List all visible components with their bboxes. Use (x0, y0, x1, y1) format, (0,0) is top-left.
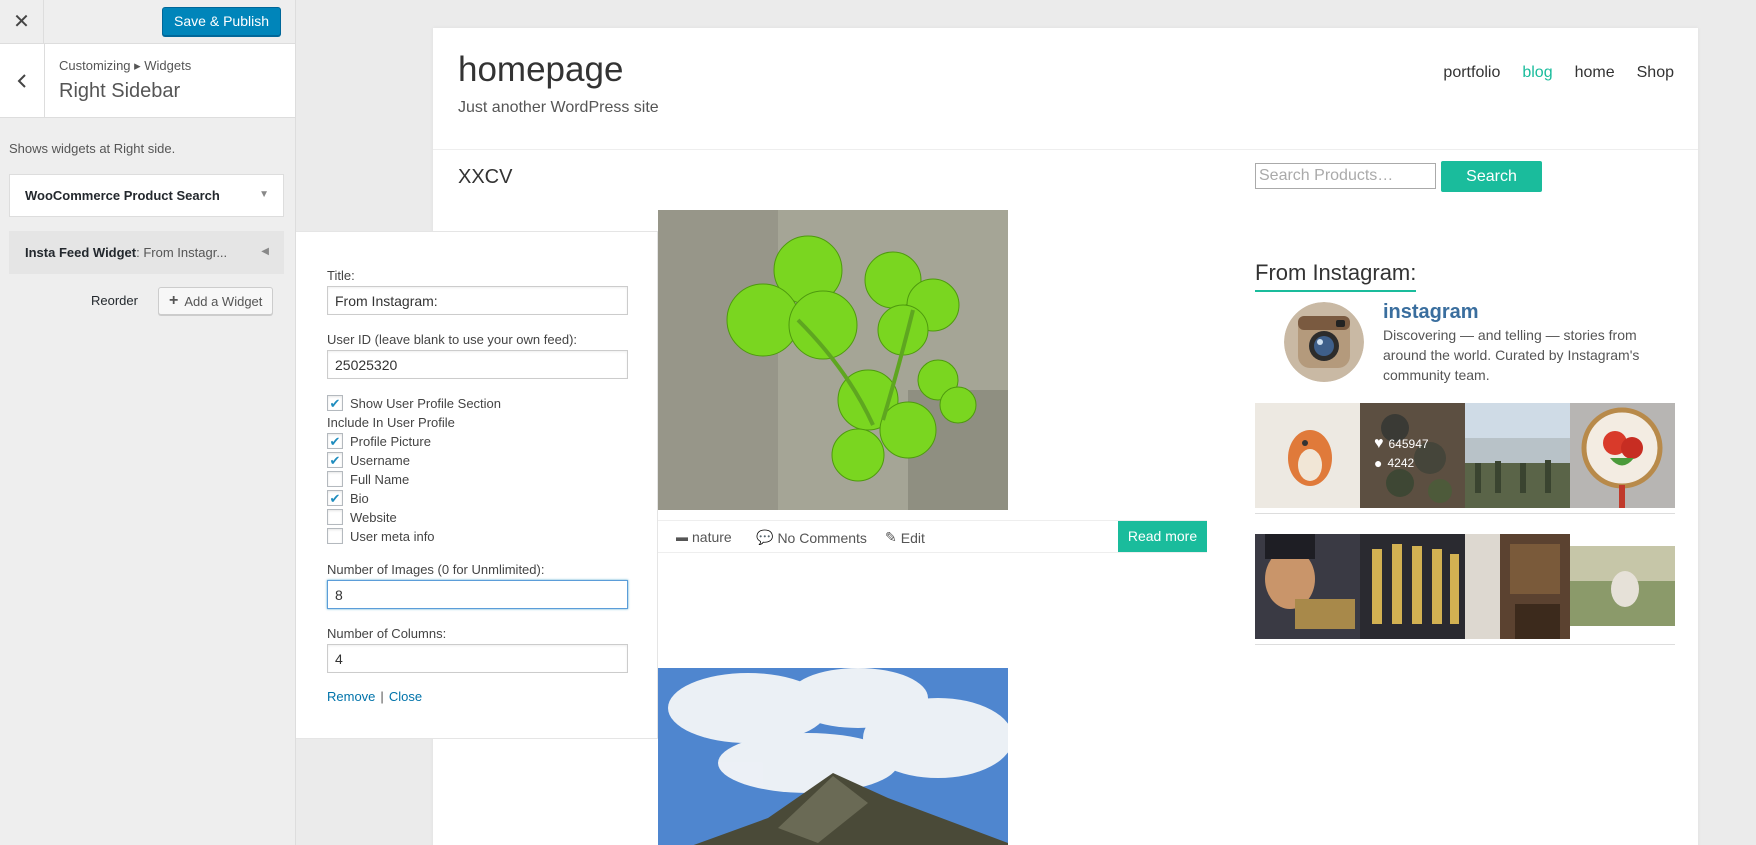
username-checkbox-row[interactable]: ✔ Username (327, 452, 410, 468)
instagram-thumb[interactable] (1255, 403, 1360, 508)
columns-input[interactable] (327, 644, 628, 673)
images-label: Number of Images (0 for Unmlimited): (327, 562, 545, 577)
comments-link[interactable]: 💬 No Comments (756, 529, 867, 546)
widget-actions: Remove | Close (327, 689, 422, 704)
reorder-link[interactable]: Reorder (91, 293, 138, 308)
instagram-thumb[interactable] (1570, 534, 1675, 639)
section-header: Customizing ▸ Widgets Right Sidebar (0, 44, 295, 118)
customizer-header: ✕ Save & Publish (0, 0, 295, 44)
widget-in-title: : From Instagr... (136, 245, 228, 260)
chevron-left-icon (17, 73, 26, 88)
add-widget-button[interactable]: + Add a Widget (158, 287, 274, 315)
instagram-avatar[interactable] (1284, 302, 1364, 382)
website-label: Website (350, 509, 397, 525)
collapse-arrow-icon[interactable]: ◀ (261, 246, 269, 257)
back-button[interactable] (0, 44, 45, 117)
pencil-icon: ✎ (885, 529, 897, 545)
nav-item-home[interactable]: home (1575, 64, 1615, 82)
insta-feed-widget-form: Title: User ID (leave blank to use your … (296, 231, 658, 739)
post-title[interactable]: XXCV (458, 166, 512, 189)
user-id-label: User ID (leave blank to use your own fee… (327, 332, 578, 347)
include-profile-label: Include In User Profile (327, 415, 455, 430)
header-divider (433, 149, 1698, 150)
section-title: Right Sidebar (59, 80, 181, 102)
clover-image[interactable] (658, 210, 1008, 510)
images-input[interactable] (327, 580, 628, 609)
widget-title: WooCommerce Product Search (25, 188, 220, 203)
website-checkbox[interactable] (327, 509, 343, 525)
plus-icon: + (169, 292, 179, 309)
profile-picture-checkbox[interactable]: ✔ (327, 433, 343, 449)
full-name-checkbox[interactable] (327, 471, 343, 487)
folder-icon: ▬ (676, 530, 688, 544)
comments-count: ● 4242 (1374, 455, 1415, 471)
comment-icon: 💬 (756, 529, 774, 545)
site-title[interactable]: homepage (458, 50, 623, 90)
bio-checkbox[interactable]: ✔ (327, 490, 343, 506)
instagram-thumb[interactable] (1360, 534, 1465, 639)
title-label: Title: (327, 268, 355, 283)
section-description: Shows widgets at Right side. (9, 141, 176, 156)
instagram-thumb[interactable] (1570, 403, 1675, 508)
user-meta-checkbox[interactable] (327, 528, 343, 544)
instagram-widget-title: From Instagram: (1255, 260, 1417, 292)
comment-bubble-icon: ● (1374, 455, 1383, 471)
instagram-thumb-hovered[interactable]: ♥ 645947 ● 4242 (1360, 403, 1465, 508)
user-id-input[interactable] (327, 350, 628, 379)
user-meta-checkbox-row[interactable]: User meta info (327, 528, 435, 544)
breadcrumb: Customizing ▸ Widgets (59, 58, 192, 73)
instagram-username[interactable]: instagram (1383, 301, 1479, 324)
username-checkbox[interactable]: ✔ (327, 452, 343, 468)
remove-link[interactable]: Remove (327, 689, 375, 704)
site-tagline: Just another WordPress site (458, 99, 659, 116)
heart-icon: ♥ (1374, 435, 1384, 452)
show-profile-checkbox[interactable]: ✔ (327, 395, 343, 411)
profile-picture-checkbox-row[interactable]: ✔ Profile Picture (327, 433, 431, 449)
nav-item-shop[interactable]: Shop (1637, 64, 1674, 82)
save-publish-button[interactable]: Save & Publish (162, 7, 281, 36)
widget-woocommerce-product-search[interactable]: WooCommerce Product Search ▼ (9, 174, 284, 217)
nav-item-portfolio[interactable]: portfolio (1443, 64, 1500, 82)
profile-picture-label: Profile Picture (350, 433, 431, 449)
username-label: Username (350, 452, 410, 468)
instagram-thumb[interactable] (1465, 534, 1570, 639)
bio-checkbox-row[interactable]: ✔ Bio (327, 490, 369, 506)
customizer-sidebar: ✕ Save & Publish Customizing ▸ Widgets R… (0, 0, 296, 845)
title-input[interactable] (327, 286, 628, 315)
instagram-grid-row (1255, 534, 1675, 645)
instagram-grid-row: ♥ 645947 ● 4242 (1255, 403, 1675, 514)
close-icon[interactable]: ✕ (0, 0, 44, 43)
close-link[interactable]: Close (389, 689, 422, 704)
main-nav: portfolio blog home Shop (1421, 64, 1674, 82)
bio-label: Bio (350, 490, 369, 506)
expand-arrow-icon[interactable]: ▼ (259, 189, 269, 200)
columns-label: Number of Columns: (327, 626, 447, 641)
show-profile-checkbox-row[interactable]: ✔ Show User Profile Section (327, 395, 501, 411)
separator: | (380, 689, 384, 704)
likes-count: ♥ 645947 (1374, 435, 1429, 452)
show-profile-label: Show User Profile Section (350, 395, 502, 411)
widget-title: Insta Feed Widget (25, 245, 137, 260)
full-name-label: Full Name (350, 471, 410, 487)
hover-overlay: ♥ 645947 ● 4242 (1360, 403, 1465, 508)
category-link[interactable]: ▬ nature (676, 529, 732, 545)
read-more-button[interactable]: Read more (1118, 521, 1207, 552)
search-button[interactable]: Search (1441, 161, 1542, 192)
user-meta-label: User meta info (350, 528, 435, 544)
mountain-image[interactable] (658, 668, 1008, 845)
instagram-thumb[interactable] (1255, 534, 1360, 639)
widget-insta-feed[interactable]: Insta Feed Widget: From Instagr... ◀ (9, 231, 284, 274)
post-meta-bar: ▬ nature 💬 No Comments ✎ Edit Read more (658, 520, 1207, 553)
instagram-thumb[interactable] (1465, 403, 1570, 508)
full-name-checkbox-row[interactable]: Full Name (327, 471, 409, 487)
edit-link[interactable]: ✎ Edit (885, 529, 925, 546)
product-search-input[interactable]: Search Products… (1255, 163, 1436, 189)
instagram-bio: Discovering — and telling — stories from… (1383, 327, 1640, 383)
add-widget-label: Add a Widget (184, 293, 263, 309)
website-checkbox-row[interactable]: Website (327, 509, 397, 525)
nav-item-blog[interactable]: blog (1522, 64, 1552, 82)
